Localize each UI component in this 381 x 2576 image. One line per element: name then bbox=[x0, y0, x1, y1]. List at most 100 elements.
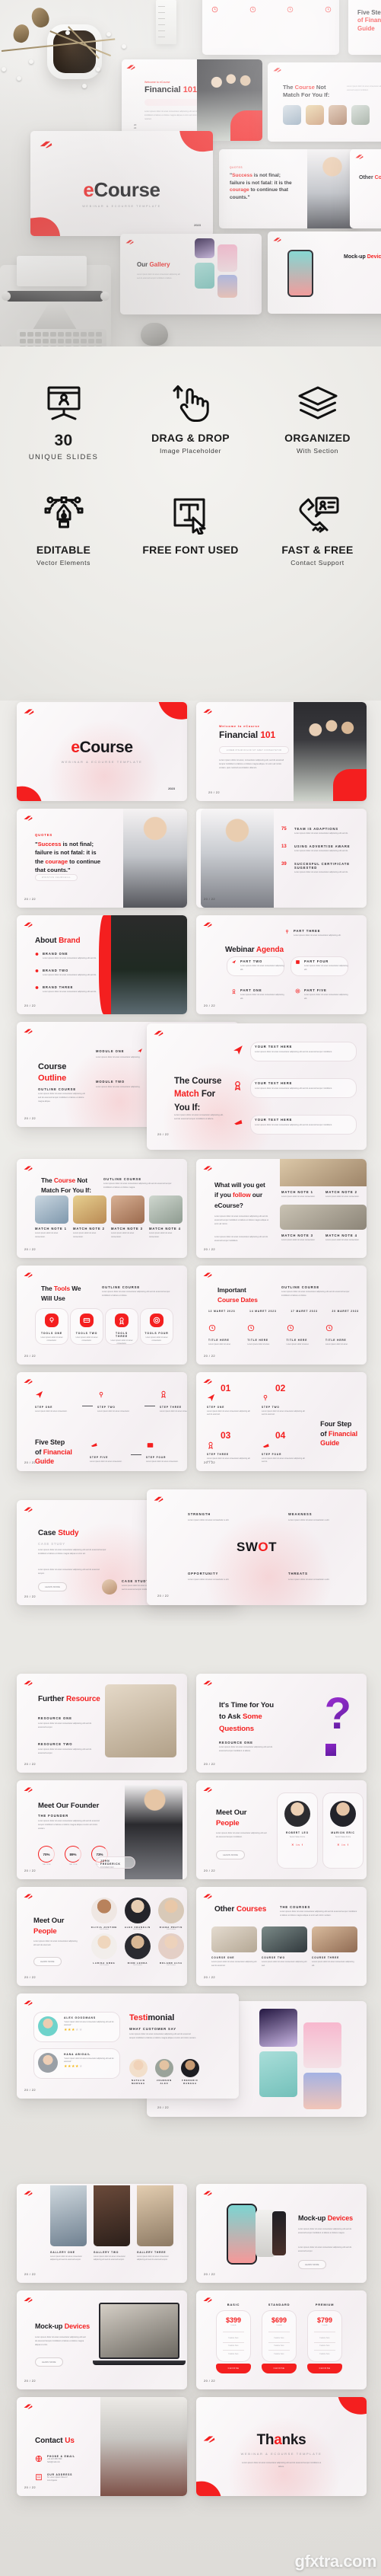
slide-agenda: Webinar Agenda PART THREE Lorem ipsum do… bbox=[196, 915, 367, 1014]
fivestep-text: Lorem ipsum dolor sit amet consectetur. bbox=[90, 1460, 122, 1463]
brand-logo-icon bbox=[24, 2404, 33, 2409]
people6-page: 20 / 22 bbox=[24, 1975, 37, 1979]
tier-period: / month bbox=[322, 2325, 328, 2326]
slide-further-resource: Further Resource RESOURCE ONE Lorem ipsu… bbox=[17, 1674, 187, 1773]
mockupphone-title-accent: Devices bbox=[327, 2214, 354, 2222]
brand-logo-icon bbox=[203, 2436, 215, 2443]
gallery3-text: Lorem ipsum dolor sit amet consectetur a… bbox=[94, 2255, 125, 2262]
people2-learn-more-button[interactable]: LEARN MORE bbox=[216, 1850, 245, 1859]
review-text: "Lorem ipsum dolor sit amet consectetur … bbox=[64, 2021, 114, 2027]
gallery3-label: GALLERY TWO bbox=[94, 2251, 119, 2254]
tier-choose-button[interactable]: CHOOSE bbox=[307, 2363, 342, 2373]
quote-page: 20 / 22 bbox=[24, 897, 37, 901]
tier-choose-button[interactable]: CHOOSE bbox=[216, 2363, 251, 2373]
pinecone-icon bbox=[29, 5, 52, 30]
tools-label: TOOLS ONE bbox=[40, 1332, 62, 1335]
gallery3-page: 20 / 22 bbox=[24, 2272, 37, 2276]
avatar bbox=[91, 1898, 117, 1923]
brand-logo-icon bbox=[24, 922, 33, 927]
stat-row: 13 USING ADVERTISE AWARE Lorem ipsum dol… bbox=[281, 844, 359, 854]
testi-page: 20 / 22 bbox=[24, 2088, 37, 2092]
thanks-body: Lorem ipsum dolor sit amet consectetur a… bbox=[241, 2462, 322, 2468]
card-icon bbox=[147, 1443, 154, 1448]
mockupphone-learn-more-button[interactable]: LEARN MORE bbox=[298, 2260, 326, 2269]
other-label: COURSE ONE bbox=[211, 1956, 235, 1959]
other-text: Lorem ipsum dolor sit amet consectetur a… bbox=[211, 1961, 257, 1967]
tools-card: TOOLS THREE Lorem ipsum dolor sit amet c… bbox=[105, 1308, 138, 1345]
hero-notmatch-thumb bbox=[351, 105, 370, 125]
other-card: COURSE ONE Lorem ipsum dolor sit amet co… bbox=[211, 1926, 257, 1968]
gallery-thumb bbox=[259, 2009, 297, 2047]
mockuplaptop-title: Mock-up bbox=[35, 2322, 65, 2330]
dates-l1: Important bbox=[217, 1286, 246, 1294]
tools-l1b: Tools bbox=[53, 1285, 71, 1292]
agenda-page: 20 / 22 bbox=[204, 1004, 216, 1007]
pricing-tier: PREMIUM $799 / month Feature here Featur… bbox=[307, 2303, 342, 2373]
swot-label: WEAKNESS bbox=[288, 1512, 313, 1516]
case-learn-more-button[interactable]: LEARN MORE bbox=[38, 1582, 67, 1591]
hero-gallery-thumb bbox=[217, 275, 237, 298]
gallery3-card: GALLERY ONE Lorem ipsum dolor sit amet c… bbox=[50, 2185, 87, 2262]
fivestep-page: 20 / 22 bbox=[24, 1460, 37, 1464]
mockuplaptop-learn-more-button[interactable]: LEARN MORE bbox=[35, 2357, 63, 2367]
tier-feature: Feature here bbox=[274, 2353, 284, 2355]
fourstep-title-l1: Four Step bbox=[320, 1420, 352, 1428]
notmatch-card: MATCH NOTE 3 Lorem ipsum dolor sit amet … bbox=[111, 1195, 144, 1239]
hero-mockup-title: Mock-up bbox=[344, 254, 367, 260]
swot-text: Lorem ipsum dolor sit amet consectetur a… bbox=[188, 1578, 230, 1581]
tier-feature: Feature here bbox=[319, 2337, 330, 2339]
wyg-l2c: our bbox=[250, 1191, 262, 1199]
agenda-text: Lorem ipsum dolor sit amet consectetur a… bbox=[294, 934, 341, 937]
badge-icon bbox=[35, 969, 39, 972]
presentation-screen-icon bbox=[44, 380, 84, 423]
testi-person: NATALIE MARSHA bbox=[129, 2059, 148, 2085]
case-avatar bbox=[102, 1579, 117, 1594]
rocket-icon bbox=[138, 1049, 142, 1053]
social-links[interactable]: ✕ in f bbox=[278, 1843, 317, 1847]
gallery3-thumb bbox=[137, 2185, 173, 2246]
mockupphone-body1: Lorem ipsum dolor sit amet consectetur a… bbox=[298, 2228, 352, 2234]
date-item: TITLE HERE Lorem ipsum dolor sit amet. bbox=[247, 1322, 281, 1346]
berry-decor bbox=[82, 84, 87, 88]
slide-swot: STRENGTH Lorem ipsum dolor sit amet cons… bbox=[147, 1489, 367, 1605]
other-thumb bbox=[312, 1926, 357, 1952]
people6-learn-more-button[interactable]: LEARN MORE bbox=[33, 1957, 62, 1966]
date-item-label: TITLE HERE bbox=[325, 1339, 347, 1342]
resource-page: 20 / 22 bbox=[24, 1762, 37, 1766]
swot-label: THREATS bbox=[288, 1572, 308, 1575]
hero-five-step-l2: of Financial bbox=[357, 17, 381, 24]
gallery3-thumb bbox=[94, 2185, 130, 2246]
book-icon bbox=[296, 960, 300, 964]
pin-icon bbox=[263, 1394, 268, 1401]
other-body: Lorem ipsum dolor sit amet consectetur a… bbox=[280, 1910, 357, 1917]
wyg-label: MATCH NOTE 3 bbox=[281, 1234, 313, 1237]
laptop-mockup bbox=[99, 2303, 179, 2359]
fourstep-text: Lorem ipsum dolor sit amet consectetur a… bbox=[207, 1410, 250, 1416]
avatar bbox=[330, 1801, 356, 1827]
gallery3-card: GALLERY TWO Lorem ipsum dolor sit amet c… bbox=[94, 2185, 130, 2262]
berry-decor bbox=[96, 67, 100, 72]
agenda-title-accent: Agenda bbox=[256, 946, 284, 954]
notmatch-text: Lorem ipsum dolor sit amet consectetur. bbox=[111, 1232, 135, 1238]
contact-page: 20 / 22 bbox=[24, 2485, 37, 2489]
case-title: Case bbox=[38, 1529, 59, 1537]
date-item-label: TITLE HERE bbox=[247, 1339, 268, 1342]
slide-financial: Welcome to eCourse Financial 101 LOREM I… bbox=[196, 702, 367, 801]
other-label: COURSE THREE bbox=[312, 1956, 340, 1959]
swot-page: 20 / 22 bbox=[157, 1594, 170, 1598]
date-item-text: Lorem ipsum dolor sit amet. bbox=[247, 1343, 270, 1345]
tools-body: Lorem ipsum dolor sit amet consectetur a… bbox=[102, 1291, 170, 1297]
fivestep-title-l1: Five Step bbox=[35, 1438, 65, 1446]
tier-choose-button[interactable]: CHOOSE bbox=[262, 2363, 297, 2373]
social-links[interactable]: ✕ in f bbox=[323, 1843, 363, 1847]
gallery-thumb bbox=[259, 2051, 297, 2097]
berry-decor bbox=[106, 32, 111, 37]
other-card: COURSE THREE Lorem ipsum dolor sit amet … bbox=[312, 1926, 357, 1968]
contact-item: PHONE & EMAIL +62 123 4567 890 hello@mai… bbox=[35, 2455, 75, 2465]
hero-financial-title-accent: 101 bbox=[183, 85, 198, 94]
question-mark-icon: ? bbox=[324, 1689, 351, 1738]
avatar bbox=[284, 1801, 310, 1827]
other-text: Lorem ipsum dolor sit amet consectetur a… bbox=[262, 1961, 307, 1967]
contact-l2: hello@mail.com bbox=[47, 2461, 61, 2464]
about-item: BRAND THREE Lorem ipsum dolor sit amet c… bbox=[35, 985, 99, 994]
